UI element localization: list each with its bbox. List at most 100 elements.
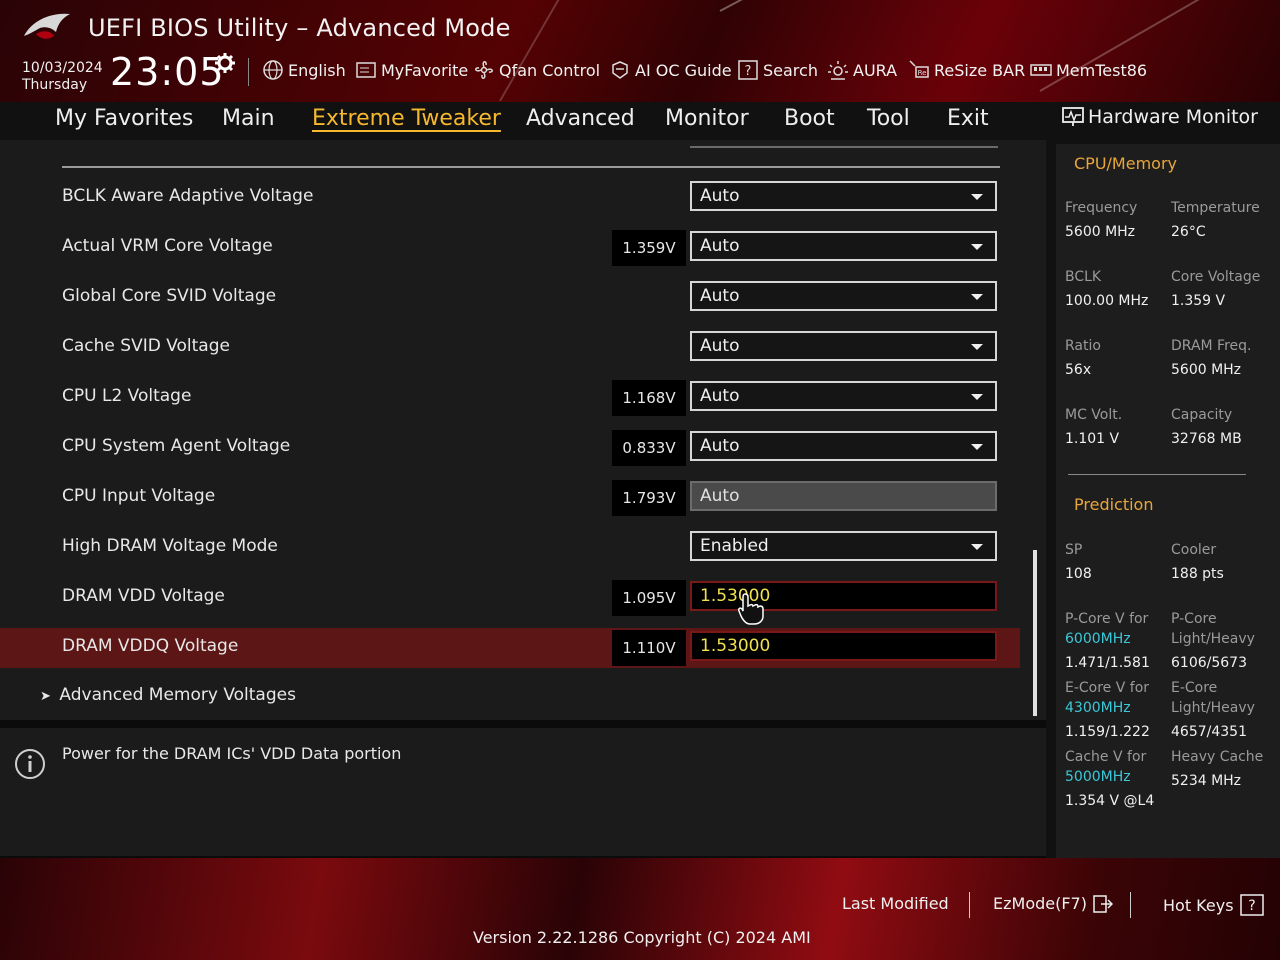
aura-label: AURA xyxy=(853,60,898,80)
voltage-reading: 1.793V xyxy=(612,480,686,516)
actual-vrm-core-voltage-select[interactable]: Auto xyxy=(690,231,997,261)
last-modified-button[interactable]: Last Modified xyxy=(842,894,949,913)
hot-keys-label: Hot Keys xyxy=(1163,895,1234,915)
aura-button[interactable]: AURA xyxy=(827,58,897,82)
tab-boot[interactable]: Boot xyxy=(784,106,835,131)
rog-logo-icon xyxy=(24,13,70,39)
search-help-icon: ? xyxy=(738,60,758,80)
hw-label-ecore-v-freq: 4300MHz xyxy=(1065,700,1131,716)
setting-row-bclk-aware-adaptive-voltage[interactable]: BCLK Aware Adaptive Voltage Auto xyxy=(0,178,1020,218)
memtest-button[interactable]: MemTest86 xyxy=(1030,58,1147,82)
setting-label: CPU System Agent Voltage xyxy=(62,436,291,456)
memtest-label: MemTest86 xyxy=(1056,60,1148,80)
advanced-memory-voltages-link[interactable]: ➤ Advanced Memory Voltages xyxy=(40,685,296,705)
hardware-monitor-content: CPU/Memory Frequency 5600 MHz Temperatur… xyxy=(1056,144,1280,858)
bclk-aware-adaptive-voltage-select[interactable]: Auto xyxy=(690,181,997,211)
cache-svid-voltage-select[interactable]: Auto xyxy=(690,331,997,361)
setting-row-cache-svid-voltage[interactable]: Cache SVID Voltage Auto xyxy=(0,328,1020,368)
hw-label-cache-v-freq: 5000MHz xyxy=(1065,769,1131,785)
resize-bar-button[interactable]: Re ReSize BAR xyxy=(908,58,1025,82)
app-title: UEFI BIOS Utility – Advanced Mode xyxy=(88,14,511,42)
ezmode-button[interactable]: EzMode(F7) xyxy=(993,894,1113,913)
hardware-monitor-label: Hardware Monitor xyxy=(1088,106,1258,128)
memtest-icon xyxy=(1030,64,1052,76)
hw-label-temperature: Temperature xyxy=(1171,200,1260,216)
setting-row-cpu-l2-voltage[interactable]: CPU L2 Voltage 1.168V Auto xyxy=(0,378,1020,418)
setting-label: DRAM VDDQ Voltage xyxy=(62,636,239,656)
setting-row-cpu-system-agent-voltage[interactable]: CPU System Agent Voltage 0.833V Auto xyxy=(0,428,1020,468)
qfan-button[interactable]: Qfan Control xyxy=(473,58,600,82)
hw-value-core-voltage: 1.359 V xyxy=(1171,293,1226,309)
setting-row-cpu-input-voltage: CPU Input Voltage 1.793V Auto xyxy=(0,478,1020,518)
setting-row-dram-vdd-voltage[interactable]: DRAM VDD Voltage 1.095V 1.53000 xyxy=(0,578,1020,618)
voltage-reading: 1.359V xyxy=(612,230,686,266)
chevron-right-icon: ➤ xyxy=(40,689,51,704)
setting-label: DRAM VDD Voltage xyxy=(62,586,225,606)
tab-monitor[interactable]: Monitor xyxy=(665,106,749,131)
hw-value-pcore-v: 1.471/1.581 xyxy=(1065,655,1150,671)
hw-label-ratio: Ratio xyxy=(1065,338,1101,354)
myfavorite-button[interactable]: MyFavorite xyxy=(355,58,468,82)
global-core-svid-voltage-select[interactable]: Auto xyxy=(690,281,997,311)
tab-exit[interactable]: Exit xyxy=(947,106,989,131)
select-value: Auto xyxy=(700,286,740,306)
search-label: Search xyxy=(763,60,818,80)
hw-value-bclk: 100.00 MHz xyxy=(1065,293,1149,309)
voltage-reading: 0.833V xyxy=(612,430,686,466)
tab-extreme-tweaker[interactable]: Extreme Tweaker xyxy=(312,106,501,131)
setting-row-dram-vddq-voltage[interactable]: DRAM VDDQ Voltage 1.110V 1.53000 xyxy=(0,628,1020,668)
hardware-monitor-title: Hardware Monitor xyxy=(1062,106,1258,128)
hw-value-mc-volt: 1.101 V xyxy=(1065,431,1120,447)
setting-row-actual-vrm-core-voltage[interactable]: Actual VRM Core Voltage 1.359V Auto xyxy=(0,228,1020,268)
voltage-reading: 1.110V xyxy=(612,630,686,666)
hw-label-dram-freq: DRAM Freq. xyxy=(1171,338,1252,354)
tab-my-favorites[interactable]: My Favorites xyxy=(55,106,193,131)
footer-bar: Last Modified EzMode(F7) Hot Keys ? Vers… xyxy=(0,858,1280,960)
day-text: Thursday xyxy=(22,77,88,93)
hw-label-mc-volt: MC Volt. xyxy=(1065,407,1123,423)
previous-field-edge xyxy=(690,146,998,148)
scrollbar[interactable] xyxy=(1033,550,1037,716)
tab-advanced[interactable]: Advanced xyxy=(526,106,635,131)
dram-vddq-voltage-input[interactable]: 1.53000 xyxy=(690,631,997,661)
ai-oc-guide-label: AI OC Guide xyxy=(635,60,732,80)
aura-icon xyxy=(828,61,848,80)
language-button[interactable]: English xyxy=(262,58,346,82)
hw-label-core-voltage: Core Voltage xyxy=(1171,269,1261,285)
hw-value-dram-freq: 5600 MHz xyxy=(1171,362,1242,378)
ezmode-label: EzMode(F7) xyxy=(993,894,1087,913)
favorite-icon xyxy=(356,62,376,78)
hw-value-capacity: 32768 MB xyxy=(1171,431,1242,447)
ai-oc-guide-button[interactable]: AI OC Guide xyxy=(609,58,732,82)
setting-label: Global Core SVID Voltage xyxy=(62,286,277,306)
high-dram-voltage-mode-select[interactable]: Enabled xyxy=(690,531,997,561)
gear-icon[interactable] xyxy=(214,52,236,74)
tab-tool[interactable]: Tool xyxy=(867,106,910,131)
hw-label-heavy-cache: Heavy Cache xyxy=(1171,749,1264,765)
select-value: Enabled xyxy=(700,536,769,556)
hot-keys-button[interactable]: Hot Keys ? xyxy=(1163,894,1264,916)
hand-cursor-icon xyxy=(738,593,764,625)
main-tabs: My Favorites Main Extreme Tweaker Advanc… xyxy=(0,102,1046,140)
voltage-reading: 1.095V xyxy=(612,580,686,616)
svg-text:?: ? xyxy=(1248,898,1255,914)
setting-label: High DRAM Voltage Mode xyxy=(62,536,278,556)
cpu-system-agent-voltage-select[interactable]: Auto xyxy=(690,431,997,461)
setting-row-global-core-svid-voltage[interactable]: Global Core SVID Voltage Auto xyxy=(0,278,1020,318)
cpu-l2-voltage-select[interactable]: Auto xyxy=(690,381,997,411)
dropdown-arrow-icon xyxy=(971,294,983,300)
qfan-label: Qfan Control xyxy=(499,60,601,80)
settings-panel: BCLK Aware Adaptive Voltage Auto Actual … xyxy=(0,140,1046,720)
search-button[interactable]: ? Search xyxy=(737,58,818,82)
select-value: Auto xyxy=(700,486,740,506)
myfavorite-label: MyFavorite xyxy=(381,60,469,80)
tab-main[interactable]: Main xyxy=(222,106,275,131)
resize-bar-icon: Re xyxy=(909,60,929,78)
svg-text:Re: Re xyxy=(918,69,927,77)
cpu-input-voltage-select: Auto xyxy=(690,481,997,511)
clock-time: 23:05 xyxy=(110,50,225,94)
hw-label-bclk: BCLK xyxy=(1065,269,1102,285)
info-icon xyxy=(15,749,45,779)
setting-row-high-dram-voltage-mode[interactable]: High DRAM Voltage Mode Enabled xyxy=(0,528,1020,568)
header-bar: UEFI BIOS Utility – Advanced Mode 10/03/… xyxy=(0,0,1280,102)
